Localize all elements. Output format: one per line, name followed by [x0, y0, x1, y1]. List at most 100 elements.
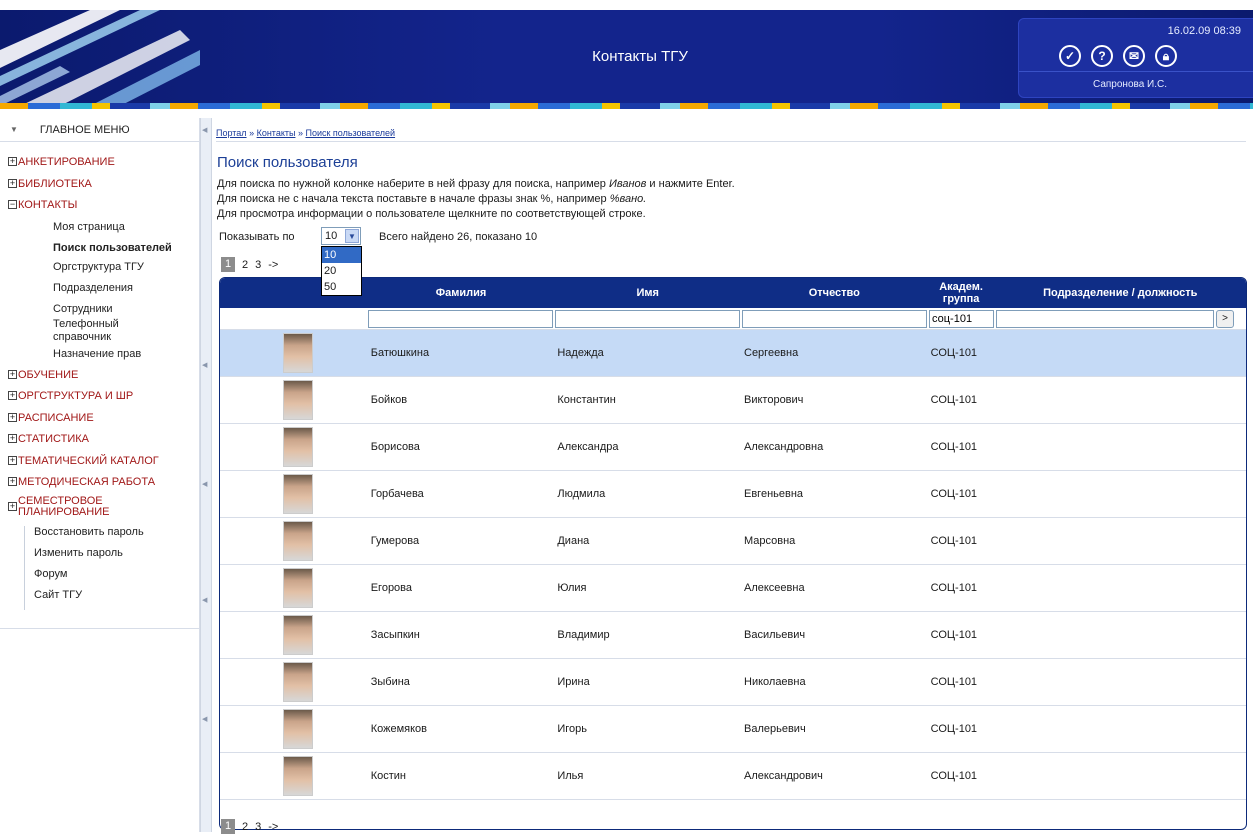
- photo-cell: [220, 662, 368, 702]
- collapse-arrow-icon[interactable]: ◀: [202, 361, 207, 369]
- breadcrumb-search[interactable]: Поиск пользователей: [305, 128, 395, 138]
- filter-go-button[interactable]: >: [1216, 309, 1234, 328]
- table-row[interactable]: Засыпкин Владимир Васильевич СОЦ-101: [220, 612, 1246, 659]
- page-1[interactable]: 1: [221, 257, 235, 272]
- link-restore-password[interactable]: Восстановить пароль: [34, 526, 199, 547]
- panel-splitter[interactable]: ◀ ◀ ◀ ◀ ◀: [200, 118, 212, 832]
- expand-icon[interactable]: +: [8, 434, 17, 443]
- help-icon[interactable]: ?: [1091, 45, 1113, 67]
- submenu-rights[interactable]: Назначение прав: [53, 348, 199, 361]
- table-row[interactable]: Гумерова Диана Марсовна СОЦ-101: [220, 518, 1246, 565]
- option-50[interactable]: 50: [322, 279, 361, 295]
- check-icon[interactable]: ✓: [1059, 45, 1081, 67]
- table-row[interactable]: Батюшкина Надежда Сергеевна СОЦ-101: [220, 330, 1246, 377]
- link-forum[interactable]: Форум: [34, 568, 199, 589]
- col-group[interactable]: Академ. группа: [928, 278, 995, 308]
- photo-cell: [220, 380, 368, 420]
- menu-item-orgstructure[interactable]: + ОРГСТРУКТУРА И ШР: [8, 390, 199, 412]
- submenu-departments[interactable]: Подразделения: [53, 282, 199, 295]
- filter-patronymic[interactable]: [742, 309, 927, 328]
- table-row[interactable]: Зыбина Ирина Николаевна СОЦ-101: [220, 659, 1246, 706]
- col-lastname[interactable]: Фамилия: [368, 278, 555, 308]
- page-2[interactable]: 2: [242, 259, 248, 271]
- cell-group: СОЦ-101: [930, 441, 978, 453]
- user-photo: [282, 662, 313, 702]
- expand-icon[interactable]: +: [8, 477, 17, 486]
- photo-cell: [220, 615, 368, 655]
- menu-item-education[interactable]: + ОБУЧЕНИЕ: [8, 369, 199, 391]
- next-page[interactable]: ->: [268, 259, 278, 271]
- filter-lastname[interactable]: [368, 309, 553, 328]
- collapse-arrow-icon[interactable]: ◀: [202, 715, 207, 723]
- page-2[interactable]: 2: [242, 821, 248, 833]
- user-name[interactable]: Сапронова И.С.: [1019, 79, 1241, 90]
- chevron-down-icon[interactable]: ▼: [345, 229, 359, 243]
- menu-item-contacts[interactable]: − КОНТАКТЫ: [8, 199, 199, 221]
- menu-item-semester[interactable]: + СЕМЕСТРОВОЕ ПЛАНИРОВАНИЕ: [8, 495, 199, 524]
- expand-icon[interactable]: +: [8, 157, 17, 166]
- menu-item-library[interactable]: + БИБЛИОТЕКА: [8, 178, 199, 200]
- cell-firstname: Ирина: [557, 676, 590, 688]
- users-table: Фамилия Имя Отчество Академ. группа Подр…: [219, 277, 1247, 830]
- table-row[interactable]: Борисова Александра Александровна СОЦ-101: [220, 424, 1246, 471]
- filter-firstname[interactable]: [555, 309, 740, 328]
- submenu-employees[interactable]: Сотрудники: [53, 303, 199, 316]
- submenu-my-page[interactable]: Моя страница: [53, 221, 199, 234]
- cell-group: СОЦ-101: [930, 347, 978, 359]
- expand-icon[interactable]: +: [8, 369, 17, 379]
- photo-cell: [220, 568, 368, 608]
- main-content: Портал » Контакты » Поиск пользователей …: [216, 118, 1253, 834]
- mail-icon[interactable]: ✉: [1123, 45, 1145, 67]
- link-tgu-site[interactable]: Сайт ТГУ: [34, 589, 199, 610]
- cell-lastname: Засыпкин: [370, 629, 420, 641]
- submenu-user-search[interactable]: Поиск пользователей: [53, 242, 199, 255]
- page-size-dropdown[interactable]: 10 20 50: [321, 246, 362, 296]
- table-row[interactable]: Кожемяков Игорь Валерьевич СОЦ-101: [220, 706, 1246, 753]
- collapse-icon[interactable]: −: [8, 200, 17, 209]
- breadcrumb: Портал » Контакты » Поиск пользователей: [216, 118, 1246, 142]
- table-row[interactable]: Егорова Юлия Алексеевна СОЦ-101: [220, 565, 1246, 612]
- option-20[interactable]: 20: [322, 263, 361, 279]
- pager-top: 1 2 3 ->: [221, 257, 278, 272]
- menu-item-catalog[interactable]: + ТЕМАТИЧЕСКИЙ КАТАЛОГ: [8, 455, 199, 477]
- cell-firstname: Илья: [557, 770, 584, 782]
- submenu-phone-book[interactable]: Телефонный справочник: [53, 318, 153, 344]
- page-size-select[interactable]: 10 ▼: [321, 227, 361, 245]
- expand-icon[interactable]: +: [8, 455, 17, 465]
- breadcrumb-contacts[interactable]: Контакты: [257, 128, 296, 138]
- table-row[interactable]: Бойков Константин Викторович СОЦ-101: [220, 377, 1246, 424]
- cell-group: СОЦ-101: [930, 582, 978, 594]
- page-3[interactable]: 3: [255, 821, 261, 833]
- col-firstname[interactable]: Имя: [554, 278, 741, 308]
- user-panel: 16.02.09 08:39 ✓ ? ✉ 🔒︎ Сапронова И.С.: [1018, 18, 1253, 98]
- expand-icon[interactable]: +: [8, 178, 17, 188]
- option-10[interactable]: 10: [322, 247, 361, 263]
- col-patronymic[interactable]: Отчество: [741, 278, 928, 308]
- filter-department[interactable]: [996, 309, 1214, 328]
- breadcrumb-portal[interactable]: Портал: [216, 128, 247, 138]
- menu-item-statistics[interactable]: + СТАТИСТИКА: [8, 433, 199, 455]
- show-by-label: Показывать по: [219, 231, 295, 243]
- table-row[interactable]: Костин Илья Александрович СОЦ-101: [220, 753, 1246, 800]
- menu-item-ankety[interactable]: + АНКЕТИРОВАНИЕ: [8, 156, 199, 178]
- filter-group[interactable]: [929, 309, 994, 328]
- expand-icon[interactable]: +: [8, 501, 17, 511]
- collapse-arrow-icon[interactable]: ◀: [202, 596, 207, 604]
- expand-icon[interactable]: +: [8, 391, 17, 400]
- link-change-password[interactable]: Изменить пароль: [34, 547, 199, 568]
- collapse-arrow-icon[interactable]: ◀: [202, 126, 207, 134]
- cell-firstname: Диана: [557, 535, 590, 547]
- menu-item-schedule[interactable]: + РАСПИСАНИЕ: [8, 412, 199, 434]
- user-photo: [282, 756, 313, 796]
- main-menu-header[interactable]: ▼ ГЛАВНОЕ МЕНЮ: [0, 118, 199, 142]
- expand-icon[interactable]: +: [8, 412, 17, 422]
- col-department[interactable]: Подразделение / должность: [995, 278, 1246, 308]
- cell-patronymic: Евгеньевна: [744, 488, 804, 500]
- lock-icon[interactable]: 🔒︎: [1155, 45, 1177, 67]
- submenu-org-structure[interactable]: Оргструктура ТГУ: [53, 261, 199, 274]
- collapse-arrow-icon[interactable]: ◀: [202, 480, 207, 488]
- page-3[interactable]: 3: [255, 259, 261, 271]
- table-row[interactable]: Горбачева Людмила Евгеньевна СОЦ-101: [220, 471, 1246, 518]
- next-page[interactable]: ->: [268, 821, 278, 833]
- cell-group: СОЦ-101: [930, 488, 978, 500]
